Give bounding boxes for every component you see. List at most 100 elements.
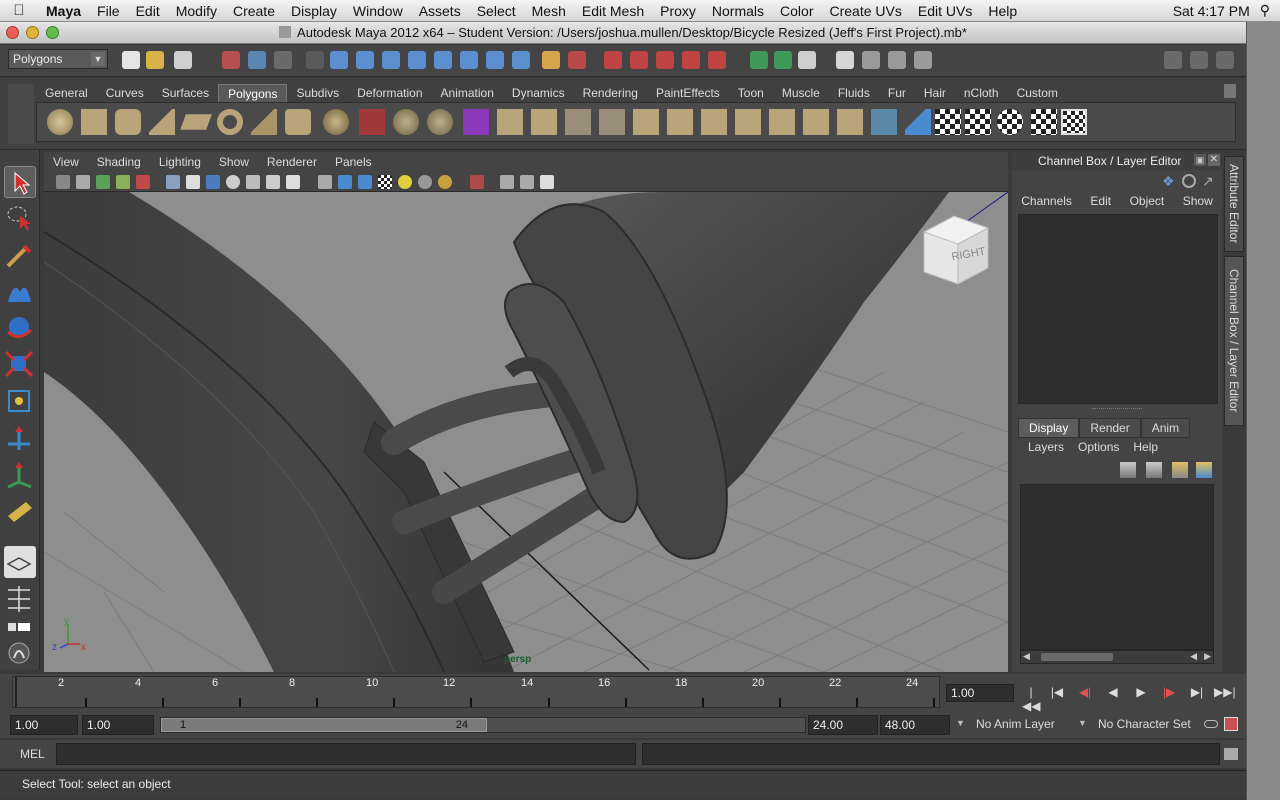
range-slider[interactable]: 1 24 (160, 717, 806, 733)
construction-history-icon[interactable] (798, 51, 816, 69)
layers-menu[interactable]: Layers (1028, 440, 1064, 454)
soccer-ball-icon[interactable] (323, 109, 349, 135)
apple-icon[interactable]:  (0, 2, 38, 19)
menu-mesh[interactable]: Mesh (524, 3, 574, 19)
sphere-map-icon[interactable] (997, 109, 1023, 135)
current-time-marker[interactable] (15, 677, 17, 707)
film-gate-icon[interactable] (186, 175, 200, 189)
select-rendering-icon[interactable] (486, 51, 504, 69)
split-polygon-icon[interactable] (599, 109, 625, 135)
tab-rendering[interactable]: Rendering (574, 84, 647, 102)
menu-edit[interactable]: Edit (128, 3, 168, 19)
snap-to-curves-icon[interactable] (630, 51, 648, 69)
lasso-tool-icon[interactable] (4, 202, 36, 234)
panel-splitter[interactable] (1092, 408, 1142, 412)
tab-toon[interactable]: Toon (729, 84, 773, 102)
last-tool-used-icon[interactable] (4, 496, 36, 528)
menu-window[interactable]: Window (345, 3, 411, 19)
step-back-key-icon[interactable]: ◀| (1076, 685, 1094, 701)
grid-icon[interactable] (166, 175, 180, 189)
select-curves-icon[interactable] (382, 51, 400, 69)
select-handles-icon[interactable] (330, 51, 348, 69)
time-slider-track[interactable]: 2 4 6 8 10 12 14 16 18 20 22 24 (12, 676, 940, 708)
panel-menu-shading[interactable]: Shading (88, 155, 150, 169)
layer-list-scrollbar[interactable]: ◀ ◀ ▶ (1020, 650, 1214, 664)
menu-assets[interactable]: Assets (411, 3, 469, 19)
bridge-icon[interactable] (531, 109, 557, 135)
poke-icon[interactable] (803, 109, 829, 135)
boolean-icon[interactable] (463, 109, 489, 135)
xray-active-components-icon[interactable] (540, 175, 554, 189)
tab-fluids[interactable]: Fluids (829, 84, 879, 102)
show-manipulator-tool-icon[interactable] (4, 460, 36, 492)
two-d-pan-zoom-icon[interactable] (136, 175, 150, 189)
universal-manipulator-icon[interactable] (4, 386, 36, 418)
poly-pipe-icon[interactable] (285, 109, 311, 135)
menu-display[interactable]: Display (283, 3, 345, 19)
poly-cylinder-icon[interactable] (115, 109, 141, 135)
playback-end-field[interactable]: 24.00 (808, 715, 878, 735)
animation-start-field[interactable]: 1.00 (10, 715, 78, 735)
scroll-left-icon[interactable]: ◀ (1023, 651, 1030, 662)
collapse-icon[interactable] (769, 109, 795, 135)
menu-proxy[interactable]: Proxy (652, 3, 704, 19)
wireframe-on-shaded-icon[interactable] (358, 175, 372, 189)
select-joints-icon[interactable] (356, 51, 374, 69)
shelf-menu-handle[interactable] (8, 84, 34, 144)
select-by-object-icon[interactable] (248, 51, 266, 69)
render-current-frame-icon[interactable] (862, 51, 880, 69)
poly-cone-icon[interactable] (149, 109, 175, 135)
menu-modify[interactable]: Modify (168, 3, 225, 19)
poly-plane-icon[interactable] (180, 114, 212, 130)
channels-menu[interactable]: Channels (1021, 194, 1072, 208)
step-forward-frame-icon[interactable]: ▶| (1188, 685, 1206, 701)
tab-dynamics[interactable]: Dynamics (503, 84, 574, 102)
image-plane-icon[interactable] (116, 175, 130, 189)
highlight-selection-icon[interactable] (568, 51, 586, 69)
output-connections-icon[interactable] (774, 51, 792, 69)
combine-icon[interactable] (359, 109, 385, 135)
menu-normals[interactable]: Normals (704, 3, 772, 19)
gate-mask-icon[interactable] (226, 175, 240, 189)
extrude-icon[interactable] (497, 109, 523, 135)
render-settings-icon[interactable] (914, 51, 932, 69)
anim-layer-select[interactable]: No Anim Layer (970, 715, 1080, 735)
poly-sphere-icon[interactable] (47, 109, 73, 135)
tab-channel-box-layer-editor[interactable]: Channel Box / Layer Editor (1224, 256, 1244, 426)
outliner-layout-icon[interactable] (4, 620, 36, 636)
single-perspective-view-icon[interactable] (4, 546, 36, 578)
tab-display-layers[interactable]: Display (1018, 418, 1080, 438)
panel-menu-renderer[interactable]: Renderer (258, 155, 326, 169)
document-proxy-icon[interactable] (279, 26, 292, 38)
move-layer-up-icon[interactable] (1120, 462, 1136, 478)
tab-custom[interactable]: Custom (1008, 84, 1067, 102)
poly-cube-icon[interactable] (81, 109, 107, 135)
help-menu[interactable]: Help (1133, 440, 1158, 454)
snap-to-points-icon[interactable] (656, 51, 674, 69)
open-scene-icon[interactable] (146, 51, 164, 69)
close-icon[interactable]: ✕ (1208, 154, 1220, 166)
step-forward-key-icon[interactable]: |▶ (1160, 685, 1178, 701)
tab-curves[interactable]: Curves (97, 84, 153, 102)
playback-start-field[interactable]: 1.00 (82, 715, 154, 735)
create-empty-layer-icon[interactable] (1172, 462, 1188, 478)
show-channel-box-icon[interactable] (1216, 51, 1234, 69)
play-forwards-icon[interactable]: ▶ (1132, 685, 1150, 701)
spotlight-search-icon[interactable]: ⚲ (1260, 2, 1270, 19)
checker-map-icon[interactable] (935, 109, 961, 135)
anim-layer-dropdown-arrow[interactable]: ▼ (956, 718, 965, 728)
layer-list[interactable] (1020, 484, 1214, 650)
manipulator-icon[interactable]: ❖ (1162, 174, 1176, 188)
automatic-map-icon[interactable] (1031, 109, 1057, 135)
new-scene-icon[interactable] (122, 51, 140, 69)
panel-menu-view[interactable]: View (44, 155, 88, 169)
range-slider-handle[interactable]: 1 24 (161, 718, 487, 732)
wireframe-icon[interactable] (318, 175, 332, 189)
input-connections-icon[interactable] (750, 51, 768, 69)
soft-modification-tool-icon[interactable] (4, 424, 36, 456)
snap-to-grids-icon[interactable] (604, 51, 622, 69)
options-menu[interactable]: Options (1078, 440, 1119, 454)
tab-animation[interactable]: Animation (432, 84, 503, 102)
speed-icon[interactable] (1182, 174, 1196, 188)
use-all-lights-icon[interactable] (398, 175, 412, 189)
